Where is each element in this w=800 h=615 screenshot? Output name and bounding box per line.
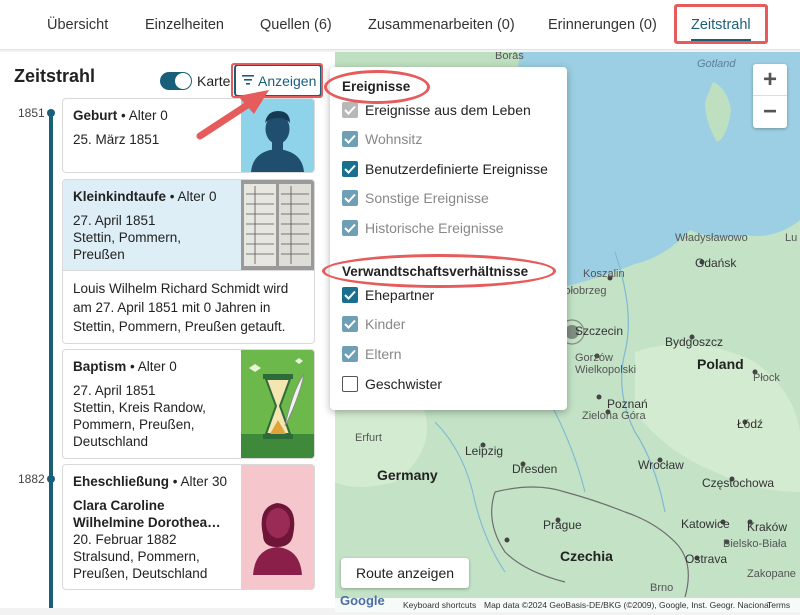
filter-option-label: Benutzerdefinierte Ereignisse [365, 161, 548, 177]
tab-zusammenarbeiten[interactable]: Zusammenarbeiten (0) [368, 0, 515, 50]
map-label: Kraków [747, 520, 788, 534]
map-label: Zielona Góra [582, 410, 646, 422]
tab-einzelheiten[interactable]: Einzelheiten [145, 0, 224, 50]
filter-option-label: Sonstige Ereignisse [365, 190, 489, 206]
event-age: • Alter 0 [130, 359, 177, 374]
event-card-eheschliessung[interactable]: Eheschließung • Alter 30 Clara Caroline … [62, 464, 315, 590]
filter-option-label: Ereignisse aus dem Leben [365, 102, 531, 118]
event-place: Stettin, Kreis Randow, Pommern, Preußen,… [73, 400, 206, 449]
checkbox[interactable] [342, 220, 358, 236]
event-place: Stralsund, Pommern, Preußen, Deutschland [73, 549, 208, 581]
check-icon [344, 193, 356, 203]
checkbox[interactable] [342, 131, 358, 147]
checkbox[interactable] [342, 346, 358, 362]
filter-option-label: Kinder [365, 316, 406, 332]
checkbox[interactable] [342, 161, 358, 177]
highlight-ellipse [324, 70, 430, 104]
map-attribution: Keyboard shortcuts Map data ©2024 GeoBas… [335, 598, 800, 612]
google-logo: Google [340, 593, 385, 608]
event-place: Stettin, Pommern, Preußen [73, 230, 182, 262]
hourglass-quill-icon [241, 350, 314, 458]
year-label: 1882 [18, 472, 45, 486]
event-card-baptism[interactable]: Baptism • Alter 0 27. April 1851 Stettin… [62, 349, 315, 459]
map-label: Zakopane [747, 568, 796, 580]
map-label: Gotland [697, 58, 736, 70]
map-label: Gorzów Wielkopolski [575, 352, 637, 376]
event-title: Eheschließung [73, 474, 170, 489]
map-label: Poland [697, 356, 744, 372]
zoom-in-button[interactable]: + [753, 64, 787, 96]
filter-option-label: Geschwister [365, 376, 443, 392]
event-date: 20. Februar 1882 [73, 532, 177, 547]
map-label: Płock [753, 372, 780, 384]
map-label: Gdańsk [695, 256, 737, 270]
map-label: Borås [495, 52, 524, 62]
map-label: Czechia [560, 548, 613, 564]
checkbox[interactable] [342, 190, 358, 206]
check-icon [344, 319, 356, 329]
document-scan-image [241, 180, 314, 270]
filter-dropdown: Ereignisse Ereignisse aus dem Leben Wohn… [322, 67, 567, 410]
map-label: Bielsko-Biała [723, 538, 787, 550]
map-label: Bydgoszcz [665, 335, 724, 349]
zoom-control: + − [753, 64, 787, 128]
zoom-out-button[interactable]: − [753, 96, 787, 128]
keyboard-shortcuts-link[interactable]: Keyboard shortcuts [403, 600, 476, 610]
checkbox[interactable] [342, 316, 358, 332]
highlight-box [674, 4, 768, 44]
map-label: Koszalin [583, 268, 625, 280]
event-date: 27. April 1851 [73, 213, 156, 228]
map-label: Brno [650, 582, 674, 594]
filter-option-label: Ehepartner [365, 287, 435, 303]
map-label: Katowice [681, 517, 730, 531]
event-date: 27. April 1851 [73, 383, 156, 398]
map-label: Leipzig [465, 444, 504, 458]
checkbox[interactable] [342, 287, 358, 303]
map-label: Poznań [607, 397, 648, 411]
terms-link[interactable]: Terms [767, 600, 790, 610]
map-label: Dresden [512, 462, 558, 476]
check-icon [344, 105, 356, 115]
highlight-box [231, 63, 323, 98]
highlight-ellipse [322, 254, 556, 288]
map-label: Prague [543, 518, 582, 532]
check-icon [344, 349, 356, 359]
filter-option-label: Wohnsitz [365, 131, 423, 147]
check-icon [344, 164, 356, 174]
map-label: Lu [785, 232, 798, 244]
map-label: Częstochowa [702, 476, 775, 490]
check-icon [344, 290, 356, 300]
check-icon [344, 223, 356, 233]
map-label: Szczecin [575, 324, 624, 338]
event-description: Louis Wilhelm Richard Schmidt wird am 27… [63, 270, 314, 343]
map-label: Erfurt [355, 432, 382, 444]
filter-option-label: Eltern [365, 346, 402, 362]
checkbox [342, 102, 358, 118]
event-title: Baptism [73, 359, 127, 374]
route-button[interactable]: Route anzeigen [341, 558, 469, 588]
check-icon [344, 134, 356, 144]
event-spouse: Clara Caroline Wilhelmine Dorothea… [73, 498, 221, 530]
timeline-panel: Zeitstrahl Karte Anzeigen 1851 1882 Gebu… [0, 52, 335, 608]
map-data-text: Map data ©2024 GeoBasis-DE/BKG (©2009), … [484, 600, 771, 610]
tab-erinnerungen[interactable]: Erinnerungen (0) [548, 0, 657, 50]
event-card-kleinkindtaufe[interactable]: Kleinkindtaufe • Alter 0 27. April 1851 … [62, 179, 315, 344]
tab-uebersicht[interactable]: Übersicht [47, 0, 108, 50]
event-age: • Alter 30 [172, 474, 228, 489]
map-label: Ostrava [685, 552, 728, 566]
map-label: Wrocław [638, 458, 684, 472]
year-dot [47, 475, 55, 483]
female-silhouette-icon [241, 465, 314, 589]
tab-quellen[interactable]: Quellen (6) [260, 0, 332, 50]
map-label: Władysławowo [675, 232, 748, 244]
map-label: Germany [377, 467, 438, 483]
checkbox[interactable] [342, 376, 358, 392]
filter-option-label: Historische Ereignisse [365, 220, 504, 236]
map-label: Łódź [737, 417, 764, 431]
